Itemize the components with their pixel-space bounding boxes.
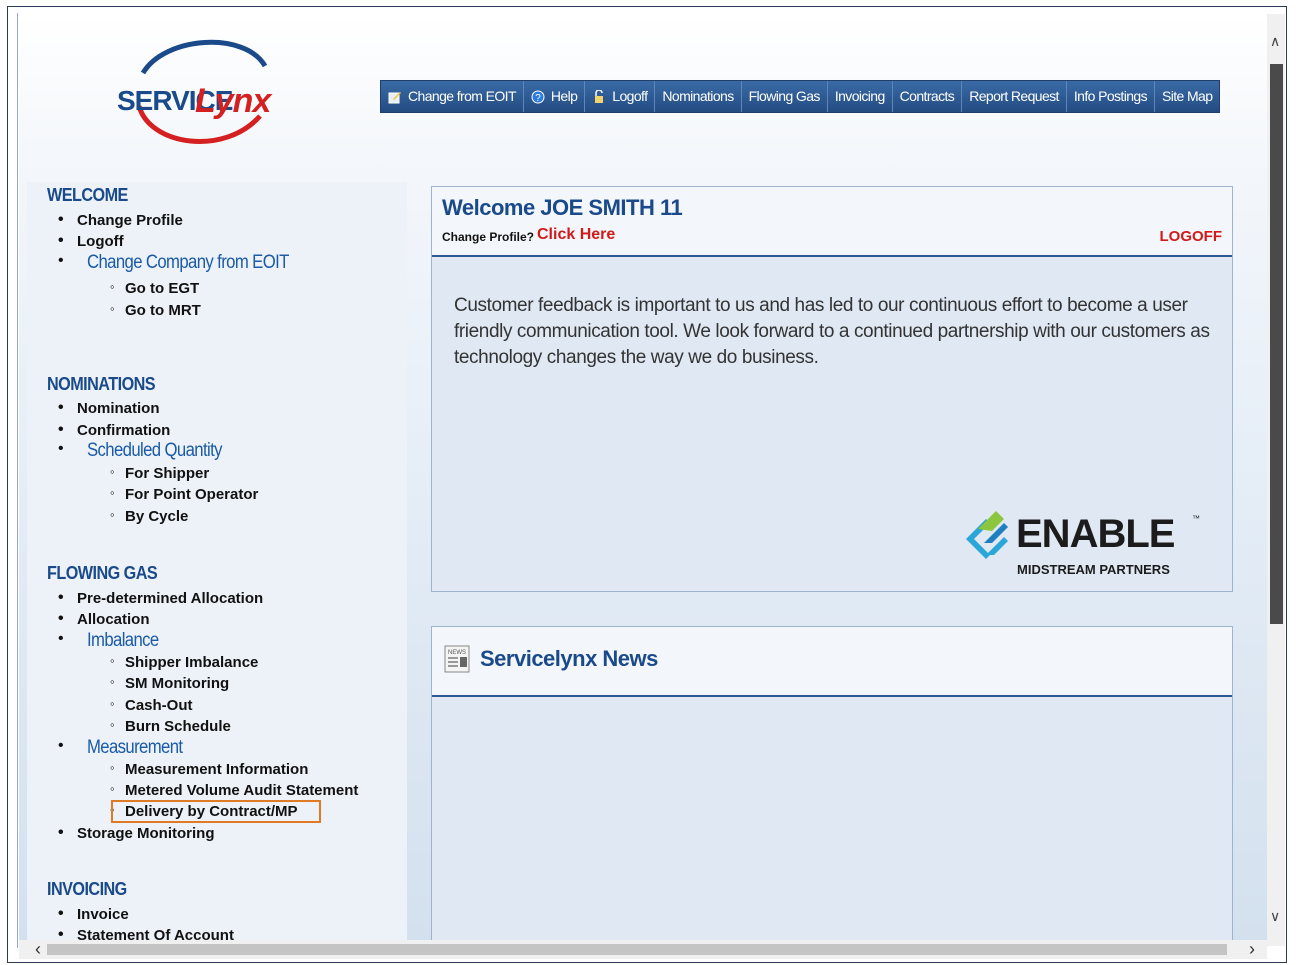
news-panel-header: NEWS Servicelynx News [432,627,1232,697]
nav-change-from-eoit[interactable]: Change from EOIT [381,81,524,112]
nav-label: Change from EOIT [408,88,516,104]
sidebar-item-allocation[interactable]: Allocation [58,610,149,628]
click-here-link[interactable]: Click Here [537,226,615,244]
logoff-link[interactable]: LOGOFF [1160,228,1223,245]
news-panel: NEWS Servicelynx News [431,626,1233,946]
welcome-message: Customer feedback is important to us and… [454,295,1210,368]
divider [17,13,18,948]
scroll-right-icon[interactable]: › [1249,940,1255,959]
nav-label: Nominations [662,88,734,104]
sidebar-group-change-company[interactable]: Change Company from EOIT [58,252,316,274]
sidebar-item-by-cycle[interactable]: By Cycle [110,507,188,525]
section-title-invoicing: INVOICING [47,879,127,899]
enable-subtitle: MIDSTREAM PARTNERS [1017,562,1170,577]
change-profile-label: Change Profile? [442,230,535,244]
nav-logoff[interactable]: Logoff [585,81,656,112]
section-title-welcome: WELCOME [47,185,128,205]
news-icon-label: NEWS [448,650,466,656]
nav-label: Logoff [612,88,648,104]
nav-help[interactable]: ? Help [523,81,586,112]
sidebar-item-logoff[interactable]: Logoff [58,232,124,250]
sidebar-item-go-to-egt[interactable]: Go to EGT [110,279,199,297]
news-title: Servicelynx News [480,646,658,671]
nav-contracts[interactable]: Contracts [892,81,963,112]
section-title-nominations: NOMINATIONS [47,374,156,394]
welcome-title: Welcome JOE SMITH 11 [442,195,683,220]
sidebar-item-go-to-mrt[interactable]: Go to MRT [110,301,201,319]
nav-label: Help [550,88,578,104]
sidebar-item-for-point-operator[interactable]: For Point Operator [110,485,258,503]
scroll-up-icon[interactable]: ∧ [1270,34,1280,48]
nav-site-map[interactable]: Site Map [1154,81,1220,112]
lock-icon [595,89,604,103]
nav-label: Report Request [969,88,1059,104]
highlight-box [111,800,321,823]
nav-flowing-gas[interactable]: Flowing Gas [741,81,828,112]
edit-icon [388,91,401,103]
nav-label: Info Postings [1073,88,1148,104]
sidebar-item-shipper-imbalance[interactable]: Shipper Imbalance [110,653,258,671]
page-content: SERVICE Lynx Change from EOIT ? Help Log… [19,14,1267,946]
logo-text-lynx: Lynx [195,82,273,120]
welcome-panel-header: Welcome JOE SMITH 11 Change Profile? Cli… [432,187,1232,257]
sidebar-item-confirmation[interactable]: Confirmation [58,421,170,439]
sidebar-group-measurement[interactable]: Measurement [58,737,195,759]
sidebar-item-for-shipper[interactable]: For Shipper [110,464,209,482]
sidebar-item-sm-monitoring[interactable]: SM Monitoring [110,674,229,692]
nav-invoicing[interactable]: Invoicing [827,81,893,112]
nav-info-postings[interactable]: Info Postings [1066,81,1155,112]
sidebar-group-imbalance[interactable]: Imbalance [58,630,168,652]
sidebar-item-burn-schedule[interactable]: Burn Schedule [110,717,231,735]
horizontal-scroll-thumb[interactable] [47,944,1227,955]
nav-label: Site Map [1161,88,1213,104]
sidebar-item-nomination[interactable]: Nomination [58,399,159,417]
sidebar-item-change-profile[interactable]: Change Profile [58,211,183,229]
browser-window: SERVICE Lynx Change from EOIT ? Help Log… [7,6,1287,963]
scroll-left-icon[interactable]: ‹ [35,940,41,959]
top-navigation: Change from EOIT ? Help Logoff Nominatio… [380,80,1221,113]
sidebar-group-scheduled-quantity[interactable]: Scheduled Quantity [58,440,240,462]
enable-brand-text: ENABLE [1016,512,1175,556]
vertical-scrollbar[interactable]: ∧ ∨ [1267,14,1285,946]
nav-nominations[interactable]: Nominations [655,81,742,112]
section-title-flowing-gas: FLOWING GAS [47,563,158,583]
vertical-scroll-thumb[interactable] [1270,64,1283,624]
sidebar-item-pre-determined-allocation[interactable]: Pre-determined Allocation [58,589,263,607]
sidebar-item-storage-monitoring[interactable]: Storage Monitoring [58,824,214,842]
sidebar-item-invoice[interactable]: Invoice [58,905,129,923]
scroll-down-icon[interactable]: ∨ [1270,909,1280,923]
nav-label: Contracts [899,88,955,104]
sidebar-item-cash-out[interactable]: Cash-Out [110,696,192,714]
nav-report-request[interactable]: Report Request [962,81,1067,112]
welcome-panel: Welcome JOE SMITH 11 Change Profile? Cli… [431,186,1233,592]
enable-midstream-logo: ENABLE ™ MIDSTREAM PARTNERS [966,511,1200,577]
newspaper-icon: NEWS [444,645,470,673]
servicelynx-logo: SERVICE Lynx [117,39,274,144]
help-icon: ? [531,90,545,104]
sidebar: WELCOME Change Profile Logoff Change Com… [27,182,407,946]
horizontal-scrollbar[interactable]: ‹ › [19,940,1267,959]
nav-label: Invoicing [834,88,885,104]
trademark-symbol: ™ [1192,514,1200,523]
sidebar-item-measurement-information[interactable]: Measurement Information [110,760,308,778]
sidebar-item-metered-volume-audit-statement[interactable]: Metered Volume Audit Statement [110,781,358,799]
nav-label: Flowing Gas [748,88,821,104]
